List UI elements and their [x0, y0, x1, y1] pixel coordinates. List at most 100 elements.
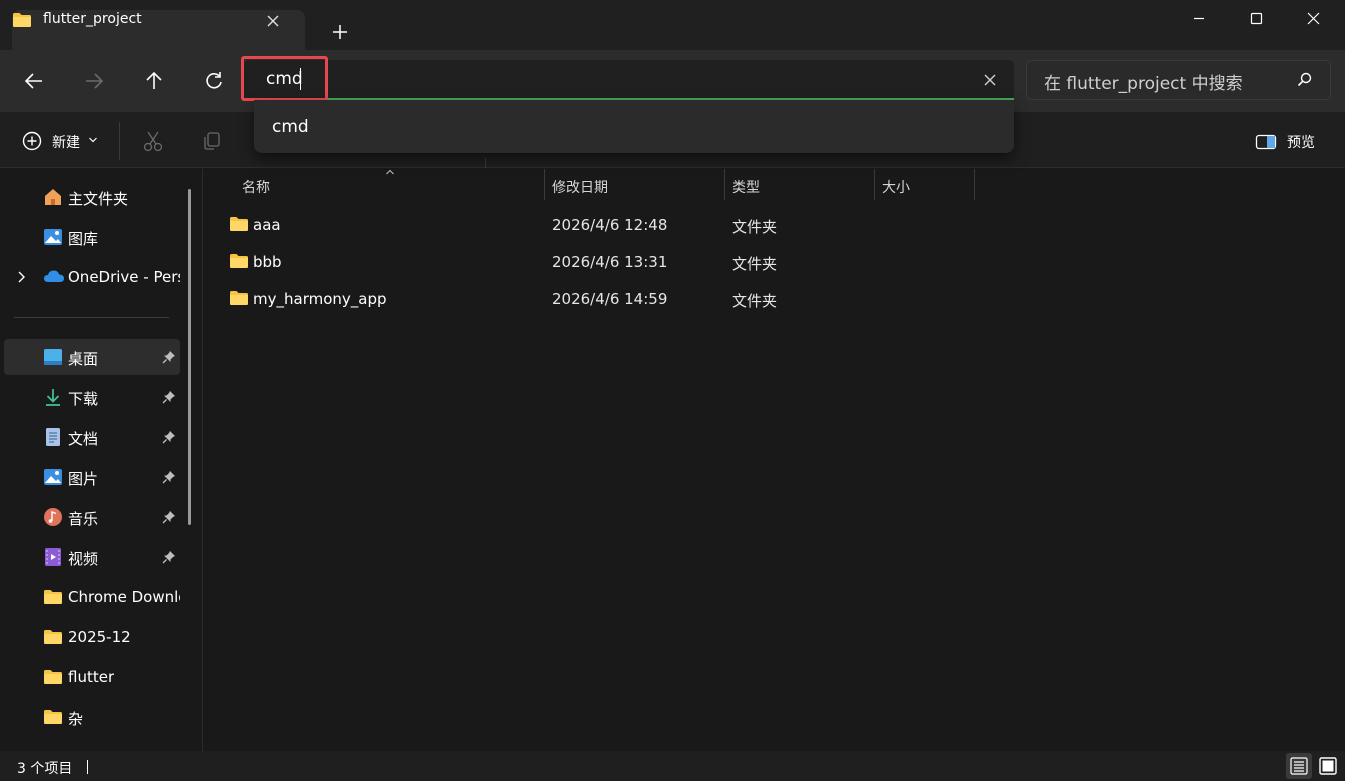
table-row[interactable]: bbb 2026/4/6 13:31 文件夹: [212, 245, 1332, 279]
sidebar-item-downloads[interactable]: 下载: [0, 379, 180, 415]
sidebar-item-label: 下载: [68, 390, 99, 408]
sidebar-item-label: 图片: [68, 470, 99, 488]
column-header-size[interactable]: 大小: [882, 177, 910, 197]
gallery-icon: [43, 227, 63, 247]
item-count: 3 个项目: [17, 761, 73, 777]
home-icon: [43, 187, 63, 207]
address-suggestions-dropdown: [254, 100, 1014, 153]
toolbar-divider: [485, 158, 486, 168]
sidebar-item-label: 2025-12: [68, 628, 131, 646]
new-button-label: 新建: [52, 135, 80, 151]
window-close-icon[interactable]: [1290, 6, 1336, 32]
column-divider[interactable]: [974, 169, 975, 200]
sidebar-item-videos[interactable]: 视频: [0, 539, 180, 575]
chevron-down-icon: [88, 136, 98, 144]
forward-arrow-icon[interactable]: [78, 66, 110, 96]
sidebar-item-flutter[interactable]: flutter: [0, 659, 180, 695]
up-arrow-icon[interactable]: [138, 66, 170, 96]
file-type: 文件夹: [732, 292, 778, 310]
refresh-icon[interactable]: [198, 66, 230, 96]
folder-icon: [229, 290, 248, 306]
folder-icon: [43, 709, 63, 729]
folder-icon: [12, 12, 32, 28]
folder-icon: [229, 253, 248, 269]
pictures-icon: [43, 467, 63, 487]
clear-icon[interactable]: [978, 69, 1002, 91]
back-arrow-icon[interactable]: [18, 66, 50, 96]
address-input[interactable]: [266, 66, 966, 92]
file-name: bbb: [253, 253, 282, 271]
onedrive-icon: [43, 267, 64, 287]
file-modified: 2026/4/6 14:59: [552, 290, 668, 308]
details-view-icon[interactable]: [1286, 753, 1312, 779]
sidebar-item-label: 图库: [68, 230, 99, 248]
sidebar-item-gallery[interactable]: 图库: [0, 219, 180, 255]
sidebar-item-pictures[interactable]: 图片: [0, 459, 180, 495]
file-type: 文件夹: [732, 255, 778, 273]
sidebar-item-label: OneDrive - Pers: [68, 268, 180, 286]
sidebar-item-chrome-downloads[interactable]: Chrome Downlo: [0, 579, 180, 615]
folder-icon: [43, 669, 63, 689]
suggestion-item[interactable]: cmd: [272, 117, 309, 137]
sidebar-item-label: 桌面: [68, 350, 99, 368]
sidebar-item-label: 主文件夹: [68, 190, 129, 208]
sidebar-item-misc[interactable]: 杂: [0, 699, 180, 735]
status-bar: [0, 751, 1345, 781]
sort-ascending-icon: [385, 168, 395, 176]
sidebar-scrollbar[interactable]: [188, 189, 191, 525]
file-type: 文件夹: [732, 218, 778, 236]
copy-icon[interactable]: [199, 128, 225, 154]
sidebar-item-documents[interactable]: 文档: [0, 419, 180, 455]
sidebar-item-home[interactable]: 主文件夹: [0, 179, 180, 215]
download-icon: [43, 387, 63, 407]
chevron-right-icon[interactable]: [16, 270, 28, 284]
cut-icon[interactable]: [140, 128, 166, 154]
search-placeholder: 在 flutter_project 中搜索: [1044, 74, 1243, 94]
sidebar-divider: [14, 317, 169, 318]
column-header-modified[interactable]: 修改日期: [552, 177, 608, 197]
folder-icon: [229, 216, 248, 232]
sidebar-item-desktop[interactable]: 桌面: [0, 339, 180, 375]
preview-label: 预览: [1287, 135, 1315, 151]
column-divider[interactable]: [724, 169, 725, 200]
sidebar-item-label: 音乐: [68, 510, 99, 528]
pin-icon[interactable]: [162, 430, 176, 444]
search-icon[interactable]: [1296, 71, 1314, 89]
file-name: my_harmony_app: [253, 290, 387, 308]
column-divider[interactable]: [544, 169, 545, 200]
pin-icon[interactable]: [162, 390, 176, 404]
pin-icon[interactable]: [162, 510, 176, 524]
sidebar-item-label: flutter: [68, 668, 115, 686]
pin-icon[interactable]: [162, 550, 176, 564]
desktop-icon: [43, 347, 63, 367]
new-tab-icon[interactable]: [326, 20, 354, 44]
sidebar-item-label: 杂: [68, 710, 84, 728]
sidebar-item-onedrive[interactable]: OneDrive - Pers: [0, 259, 180, 295]
sidebar-item-2025-12[interactable]: 2025-12: [0, 619, 180, 655]
sidebar-item-label: 文档: [68, 430, 99, 448]
pane-divider[interactable]: [202, 169, 203, 751]
pin-icon[interactable]: [162, 350, 176, 364]
folder-icon: [43, 629, 63, 649]
table-row[interactable]: aaa 2026/4/6 12:48 文件夹: [212, 208, 1332, 242]
column-header-name[interactable]: 名称: [242, 177, 270, 197]
music-icon: [43, 507, 63, 527]
document-icon: [43, 427, 63, 447]
file-modified: 2026/4/6 13:31: [552, 253, 668, 271]
column-divider[interactable]: [874, 169, 875, 200]
sidebar-item-label: 视频: [68, 550, 99, 568]
minimize-icon[interactable]: [1176, 6, 1222, 32]
tab-title: flutter_project: [43, 11, 142, 27]
file-name: aaa: [253, 216, 281, 234]
file-modified: 2026/4/6 12:48: [552, 216, 668, 234]
maximize-icon[interactable]: [1233, 6, 1279, 32]
large-icons-view-icon[interactable]: [1315, 753, 1341, 779]
column-header-type[interactable]: 类型: [732, 177, 760, 197]
video-icon: [43, 547, 63, 567]
status-divider: [87, 760, 88, 774]
tab-close-icon[interactable]: [262, 11, 284, 31]
table-row[interactable]: my_harmony_app 2026/4/6 14:59 文件夹: [212, 282, 1332, 316]
sidebar-item-music[interactable]: 音乐: [0, 499, 180, 535]
pin-icon[interactable]: [162, 470, 176, 484]
sidebar-item-label: Chrome Downlo: [68, 588, 180, 606]
